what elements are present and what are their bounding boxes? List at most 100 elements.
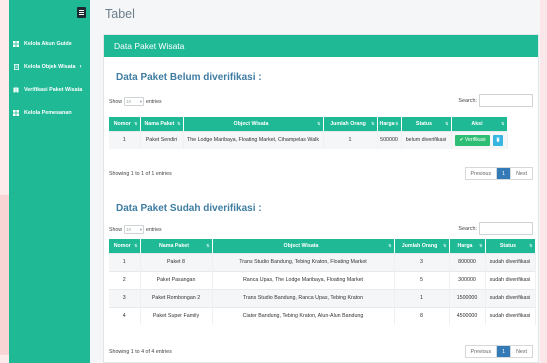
cell-object-wisata: Ciater Bandung, Tebing Kraton, Alun-Alun…	[212, 306, 395, 325]
table-row: 1 Paket Sendiri The Lodge Maribaya, Floa…	[109, 130, 508, 149]
cell-object-wisata: Ranca Upas, The Lodge Maribaya, Floating…	[212, 270, 395, 289]
table-row: 3 Paket Rombongan 2 Trans Studio Bandung…	[109, 288, 536, 307]
show-label: Show	[109, 98, 122, 105]
unverified-search-input[interactable]	[479, 94, 533, 107]
cell-nomor: 4	[109, 306, 141, 325]
column-header-harga[interactable]: Harga ⇅	[377, 117, 402, 131]
column-header-jumlah-orang[interactable]: Jumlah Orang ⇅	[323, 117, 378, 131]
verified-search: Search:	[458, 222, 533, 235]
pagination-next[interactable]: Next	[510, 168, 532, 179]
verified-section-title: Data Paket Sudah diverifikasi :	[116, 203, 262, 214]
cell-object-wisata: The Lodge Maribaya, Floating Market, Cih…	[183, 130, 324, 149]
cell-status: sudah diverifikasi	[485, 306, 536, 325]
cell-nomor: 1	[109, 130, 141, 149]
document-icon	[12, 63, 20, 70]
cell-status: sudah diverifikasi	[485, 252, 536, 271]
cell-jumlah-orang: 1	[394, 288, 450, 307]
sidebar-item-kelola-akun-guide[interactable]: Kelola Akun Guide	[9, 32, 90, 55]
cell-object-wisata: Trans Studio Bandung, Ranca Upas, Tebing…	[212, 288, 395, 307]
page-length-value: 10	[125, 99, 131, 104]
cell-nomor: 3	[109, 288, 141, 307]
pagination-page-1[interactable]: 1	[496, 168, 511, 179]
chevron-right-icon: ›	[79, 63, 82, 70]
page-length-value: 10	[125, 227, 131, 232]
column-header-nama-paket[interactable]: Nama Paket ⇅	[140, 117, 184, 131]
sort-icon: ⇅	[177, 121, 181, 126]
entries-label: entries	[145, 226, 162, 233]
cell-jumlah-orang: 1	[323, 130, 378, 149]
cell-status: belum diverifikasi	[401, 130, 452, 149]
verified-length-control: Show 10 ▾ entries	[109, 225, 162, 234]
sidebar-item-label: Kelola Objek Wisata	[24, 63, 76, 70]
panel-header: Data Paket Wisata	[104, 35, 538, 57]
verified-table: Nomor ⇅ Nama Paket ⇅ Object Wisata ⇅ Jumlah…	[109, 239, 536, 325]
cell-nama-paket: Paket Sendiri	[140, 130, 184, 149]
verified-table-info: Showing 1 to 4 of 4 entries	[109, 349, 172, 355]
chevron-down-icon: ▾	[139, 98, 142, 104]
grid-icon	[12, 40, 20, 47]
verified-page-length-select[interactable]: 10 ▾	[123, 225, 144, 234]
pagination-previous[interactable]: Previous	[465, 168, 497, 179]
sort-icon: ⇅	[206, 243, 210, 248]
unverified-table: Nomor ⇅ Nama Paket ⇅ Object Wisata ⇅ Jumlah…	[109, 117, 508, 149]
cell-nama-paket: Paket 8	[140, 252, 213, 271]
column-header-nama-paket[interactable]: Nama Paket ⇅	[140, 239, 213, 253]
cell-harga: 800000	[449, 252, 486, 271]
search-label: Search:	[458, 97, 477, 104]
cell-jumlah-orang: 5	[394, 270, 450, 289]
unverified-table-info: Showing 1 to 1 of 1 entries	[109, 171, 172, 177]
cell-object-wisata: Trans Studio Bandung, Tebing Kraton, Flo…	[212, 252, 395, 271]
cell-nama-paket: Paket Pasangan	[140, 270, 213, 289]
main-content: Tabel Data Paket Wisata Data Paket Belum…	[90, 0, 540, 363]
sort-icon: ⇅	[443, 243, 447, 248]
table-header-row: Nomor ⇅ Nama Paket ⇅ Object Wisata ⇅ Jumlah…	[109, 117, 508, 131]
sort-icon: ⇅	[134, 121, 138, 126]
sidebar: Kelola Akun Guide Kelola Objek Wisata › …	[9, 0, 90, 363]
column-header-nomor[interactable]: Nomor ⇅	[109, 117, 141, 131]
column-header-status[interactable]: Status ⇅	[485, 239, 536, 253]
unverified-page-length-select[interactable]: 10 ▾	[123, 97, 144, 106]
left-background-blush	[0, 195, 9, 355]
unverified-pagination: Previous 1 Next	[464, 167, 533, 180]
cell-harga: 300000	[449, 270, 486, 289]
cell-nomor: 2	[109, 270, 141, 289]
left-background-strip	[0, 0, 9, 363]
column-header-object-wisata[interactable]: Object Wisata ⇅	[212, 239, 395, 253]
sort-icon: ⇅	[371, 121, 375, 126]
table-row: 4 Paket Super Family Ciater Bandung, Teb…	[109, 306, 536, 325]
check-icon: ✔	[459, 137, 464, 144]
hamburger-menu-icon[interactable]	[77, 6, 86, 18]
delete-button[interactable]	[492, 134, 503, 146]
sidebar-item-verifikasi-paket-wisata[interactable]: Verifikasi Paket Wisata	[9, 78, 90, 101]
pagination-previous[interactable]: Previous	[465, 346, 497, 357]
column-header-object-wisata[interactable]: Object Wisata ⇅	[183, 117, 324, 131]
sidebar-item-kelola-objek-wisata[interactable]: Kelola Objek Wisata ›	[9, 55, 90, 78]
sort-icon: ⇅	[388, 243, 392, 248]
sort-icon: ⇅	[445, 121, 449, 126]
sidebar-top	[9, 0, 90, 24]
cell-harga: 1500000	[449, 288, 486, 307]
chevron-down-icon: ▾	[139, 226, 142, 232]
sort-icon: ⇅	[479, 243, 483, 248]
unverified-length-control: Show 10 ▾ entries	[109, 97, 162, 106]
column-header-aksi[interactable]: Aksi ⇅	[451, 117, 508, 131]
table-row: 1 Paket 8 Trans Studio Bandung, Tebing K…	[109, 252, 536, 271]
verify-button[interactable]: ✔ Verifikasi	[455, 134, 490, 146]
unverified-search: Search:	[458, 94, 533, 107]
trash-icon	[495, 137, 500, 144]
cell-jumlah-orang: 8	[394, 306, 450, 325]
sort-icon: ⇅	[317, 121, 321, 126]
column-header-jumlah-orang[interactable]: Jumlah Orang ⇅	[394, 239, 450, 253]
cell-status: sudah diverifikasi	[485, 288, 536, 307]
sort-icon: ⇅	[395, 121, 399, 126]
column-header-nomor[interactable]: Nomor ⇅	[109, 239, 141, 253]
pagination-next[interactable]: Next	[510, 346, 532, 357]
table-row: 2 Paket Pasangan Ranca Upas, The Lodge M…	[109, 270, 536, 289]
pagination-page-1[interactable]: 1	[496, 346, 511, 357]
column-header-harga[interactable]: Harga ⇅	[449, 239, 486, 253]
cell-harga: 500000	[377, 130, 402, 149]
sidebar-item-kelola-pemesanan[interactable]: Kelola Pemesanan	[9, 101, 90, 124]
show-label: Show	[109, 226, 122, 233]
verified-search-input[interactable]	[479, 222, 533, 235]
column-header-status[interactable]: Status ⇅	[401, 117, 452, 131]
